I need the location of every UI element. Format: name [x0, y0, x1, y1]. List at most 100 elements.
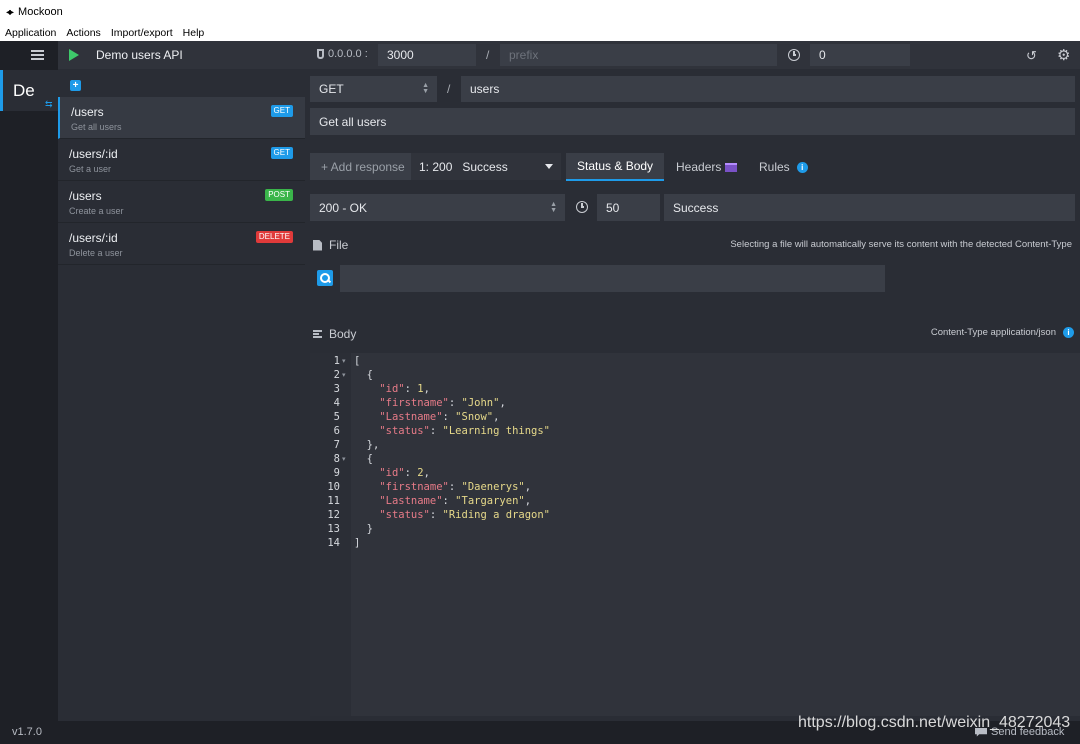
code-line: {	[354, 453, 373, 465]
clock-icon	[576, 201, 588, 213]
select-arrows-icon: ▲ ▼	[550, 200, 557, 214]
method-badge: POST	[265, 189, 293, 201]
code-line: }	[354, 523, 373, 535]
route-description: Delete a user	[69, 248, 123, 258]
routes-list: + /users Get all users GET /users/:id Ge…	[58, 69, 305, 721]
menu-application[interactable]: Application	[0, 27, 61, 39]
content-type-text: Content-Type application/json	[930, 327, 1056, 338]
menu-import-export[interactable]: Import/export	[106, 27, 178, 39]
tab-rules[interactable]: Rules i	[759, 153, 808, 181]
info-icon: i	[796, 161, 808, 173]
host-label: 0.0.0.0 :	[328, 48, 368, 60]
headers-flag-icon	[725, 162, 738, 172]
plug-icon	[317, 49, 324, 59]
menu-help[interactable]: Help	[178, 27, 210, 39]
response-latency-input[interactable]: 50	[597, 194, 660, 221]
title-bar: ◂▸ Mockoon	[0, 0, 1080, 24]
history-icon[interactable]: ↺	[1026, 48, 1037, 64]
route-item[interactable]: /users/:id Delete a user DELETE	[58, 223, 305, 265]
mockoon-logo-icon: ◂▸	[6, 6, 14, 18]
method-badge: DELETE	[255, 231, 293, 243]
select-arrows-icon: ▲ ▼	[422, 82, 429, 95]
editor-gutter: 1 ▾ 2 ▾ 3 4 5 6 7 8 ▾ 9 10 11 12 13 14	[310, 353, 351, 716]
drag-handle-icon[interactable]: ⇆	[45, 99, 53, 110]
environment-header: Demo users API	[58, 41, 305, 69]
route-item[interactable]: /users/:id Get a user GET	[58, 139, 305, 181]
body-editor[interactable]: 1 ▾ 2 ▾ 3 4 5 6 7 8 ▾ 9 10 11 12 13 14 [ { …	[310, 353, 1080, 716]
port-input[interactable]: 3000	[378, 44, 476, 66]
line-number: 3	[333, 383, 340, 395]
file-path-input[interactable]	[340, 265, 885, 292]
file-icon	[313, 239, 322, 251]
method-select[interactable]: GET ▲ ▼	[310, 76, 437, 102]
route-description: Get all users	[71, 122, 122, 132]
clock-icon	[788, 49, 800, 61]
hamburger-icon[interactable]	[31, 50, 44, 60]
code-line: [	[354, 355, 361, 367]
menu-toggle[interactable]	[0, 41, 58, 69]
lines-icon	[313, 330, 322, 338]
menu-actions[interactable]: Actions	[61, 27, 105, 39]
code-line: "status": "Riding a dragon"	[379, 509, 550, 521]
route-slash: /	[447, 82, 451, 96]
play-icon[interactable]	[69, 49, 79, 61]
caret-down-icon	[545, 164, 553, 169]
line-number: 12	[327, 509, 340, 521]
line-number: 5	[333, 411, 340, 423]
line-number: 4	[333, 397, 340, 409]
tab-status-body[interactable]: Status & Body	[566, 153, 665, 181]
line-number: 6	[333, 425, 340, 437]
line-number: 7	[333, 439, 340, 451]
add-response-button[interactable]: + Add response	[310, 153, 411, 180]
content-type-hint: Content-Type application/json i	[931, 327, 1074, 338]
route-description: Get a user	[69, 164, 112, 174]
code-line: "firstname": "John",	[379, 397, 506, 409]
file-label: File	[329, 238, 349, 252]
code-line: "id": 1,	[379, 383, 430, 395]
tab-rules-label: Rules	[759, 160, 790, 174]
status-code-select[interactable]: 200 - OK ▲ ▼	[310, 194, 565, 221]
info-icon: i	[1063, 327, 1074, 338]
method-value: GET	[319, 82, 344, 96]
file-search-icon[interactable]	[317, 270, 333, 286]
line-number: 2	[333, 369, 340, 381]
menu-bar: Application Actions Import/export Help	[0, 24, 1080, 41]
code-line: {	[354, 369, 373, 381]
watermark: https://blog.csdn.net/weixin_48272043	[798, 714, 1071, 731]
file-hint: Selecting a file will automatically serv…	[730, 239, 1072, 250]
code-line: "Lastname": "Targaryen",	[379, 495, 532, 507]
route-item[interactable]: /users Create a user POST	[58, 181, 305, 223]
response-label-input[interactable]: Success	[664, 194, 1075, 221]
response-select[interactable]: 1: 200 Success	[411, 153, 561, 180]
code-line: "status": "Learning things"	[379, 425, 550, 437]
fold-icon[interactable]: ▾	[342, 371, 346, 379]
line-number: 8	[333, 453, 340, 465]
fold-icon[interactable]: ▾	[342, 357, 346, 365]
route-item[interactable]: /users Get all users GET	[58, 97, 305, 139]
add-route-icon[interactable]: +	[70, 80, 81, 91]
environments-sidebar: De ⇆	[0, 41, 58, 721]
line-number: 14	[327, 537, 340, 549]
code-line: },	[354, 439, 380, 451]
body-section-label: Body	[313, 327, 356, 341]
route-path-input[interactable]: users	[461, 76, 1075, 102]
route-description: Create a user	[69, 206, 124, 216]
route-description-input[interactable]: Get all users	[310, 108, 1075, 135]
environment-name[interactable]: Demo users API	[96, 48, 183, 62]
fold-icon[interactable]: ▾	[342, 455, 346, 463]
gear-icon[interactable]: ⚙	[1057, 46, 1070, 64]
window-title: Mockoon	[18, 6, 63, 18]
line-number: 10	[327, 481, 340, 493]
environment-settings-bar: 0.0.0.0 : 3000 / prefix 0 ↺ ⚙	[305, 41, 1080, 69]
route-path: /users	[69, 189, 102, 203]
code-line: ]	[354, 537, 361, 549]
route-path: /users	[71, 105, 104, 119]
method-badge: GET	[270, 105, 293, 117]
line-number: 1	[333, 355, 340, 367]
code-line: "id": 2,	[379, 467, 430, 479]
response-select-value: 1: 200 Success	[419, 159, 508, 174]
tab-headers[interactable]: Headers	[676, 153, 738, 181]
prefix-input[interactable]: prefix	[500, 44, 777, 66]
latency-input[interactable]: 0	[810, 44, 910, 66]
code-line: "firstname": "Daenerys",	[379, 481, 532, 493]
